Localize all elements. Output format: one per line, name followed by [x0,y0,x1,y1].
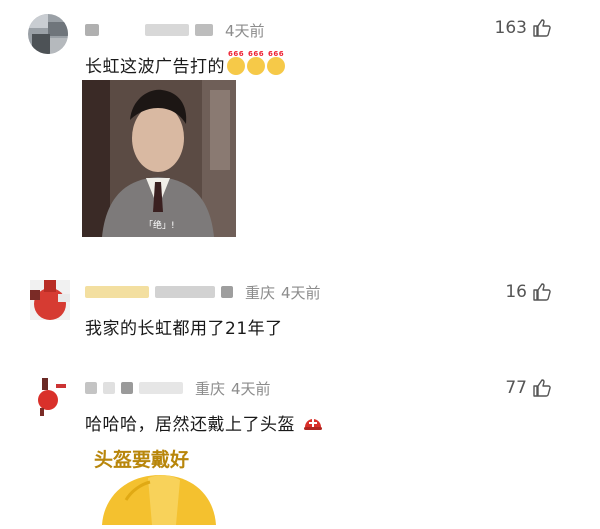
comment-time: 4天前 [231,379,271,398]
like-count: 16 [505,282,527,302]
username-redacted [195,24,213,36]
like-button[interactable]: 77 [505,378,552,398]
username-redacted [221,286,233,298]
666-emoji-icon [227,50,245,75]
comment-meta: 4天前 [85,20,265,40]
like-button[interactable]: 163 [495,18,552,38]
avatar[interactable] [30,376,70,416]
username-redacted [145,24,189,36]
comment-text: 长虹这波广告打的 [85,50,285,77]
helmet-sticker-image[interactable]: 头盔要戴好 [86,440,236,525]
comment-location: 重庆 [195,379,226,398]
avatar[interactable] [28,14,68,54]
comment-text: 哈哈哈，居然还戴上了头盔 [85,410,323,435]
like-button[interactable]: 16 [505,282,552,302]
username-redacted [121,382,133,394]
avatar[interactable] [30,280,70,320]
username-redacted [103,382,115,394]
comment-location: 重庆 [245,283,276,302]
like-count: 163 [494,18,527,38]
sticker-text: 头盔要戴好 [94,448,189,471]
comment-meta: 重庆 4天前 [85,378,271,398]
666-emoji-icon [267,50,285,75]
thumbs-up-icon [533,379,551,397]
username-redacted[interactable] [85,24,99,36]
comment-time: 4天前 [225,21,265,40]
like-count: 77 [505,378,527,398]
username-redacted [155,286,215,298]
666-emoji-icon [247,50,265,75]
username-redacted [139,382,183,394]
comment-photo[interactable]: 「绝」! [82,80,236,237]
thumbs-up-icon [533,19,551,37]
username-redacted[interactable] [85,382,97,394]
comment-meta: 重庆 4天前 [85,282,321,302]
photo-caption: 「绝」! [144,219,175,231]
thumbs-up-icon [533,283,551,301]
comment-text: 我家的长虹都用了21年了 [85,319,283,339]
comment-time: 4天前 [281,283,321,302]
username-redacted[interactable] [85,286,149,298]
helmet-emoji-icon [303,419,322,430]
